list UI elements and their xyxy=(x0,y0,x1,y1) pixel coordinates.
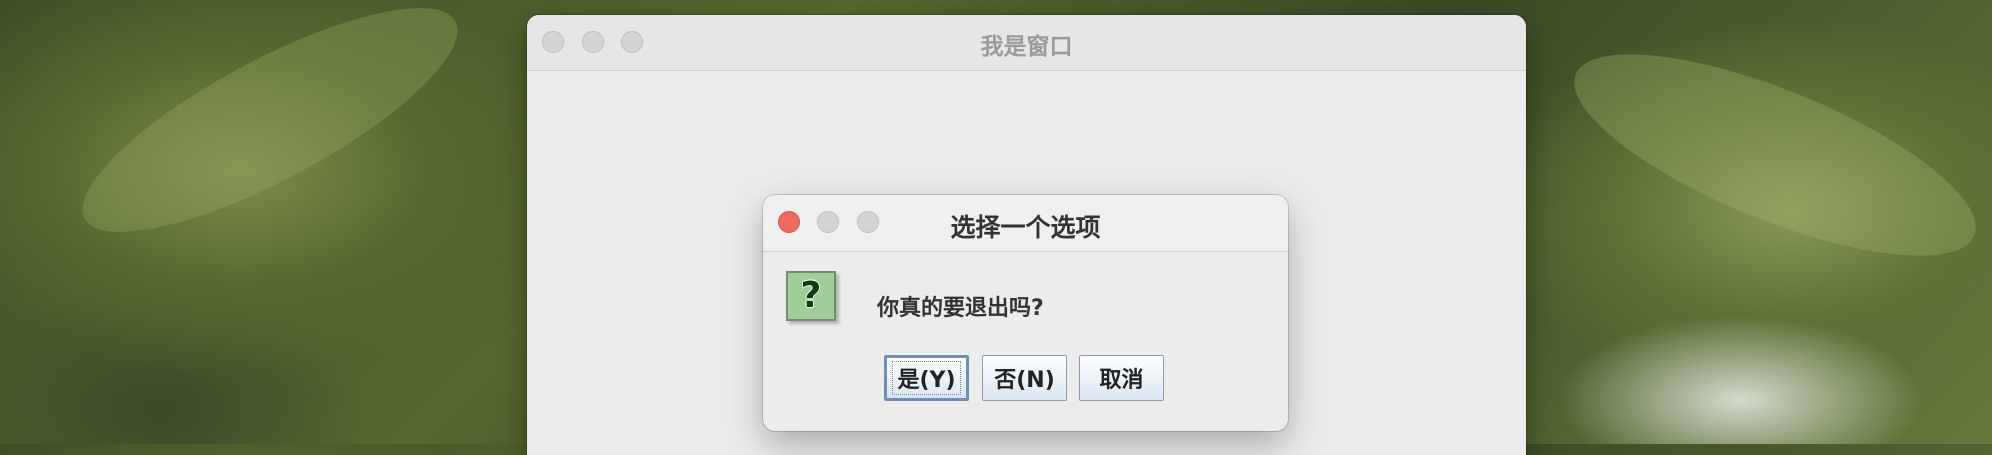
no-button-label: 否(N) xyxy=(994,368,1055,393)
confirm-dialog: 选择一个选项 ? 你真的要退出吗? 是(Y) 否(N) 取消 xyxy=(763,195,1288,431)
question-icon: ? xyxy=(786,271,836,321)
no-button[interactable]: 否(N) xyxy=(982,355,1067,401)
dialog-message: 你真的要退出吗? xyxy=(877,296,1044,321)
desktop-ridge xyxy=(56,0,484,272)
dialog-title: 选择一个选项 xyxy=(950,213,1101,242)
dialog-titlebar[interactable]: 选择一个选项 xyxy=(763,195,1288,252)
desktop-ridge xyxy=(1551,14,1992,296)
yes-button-label: 是(Y) xyxy=(892,361,961,395)
main-window-title: 我是窗口 xyxy=(980,34,1073,60)
main-window-titlebar[interactable]: 我是窗口 xyxy=(527,15,1526,71)
cancel-button[interactable]: 取消 xyxy=(1079,355,1164,401)
yes-button[interactable]: 是(Y) xyxy=(884,355,969,401)
cancel-button-label: 取消 xyxy=(1099,368,1144,393)
